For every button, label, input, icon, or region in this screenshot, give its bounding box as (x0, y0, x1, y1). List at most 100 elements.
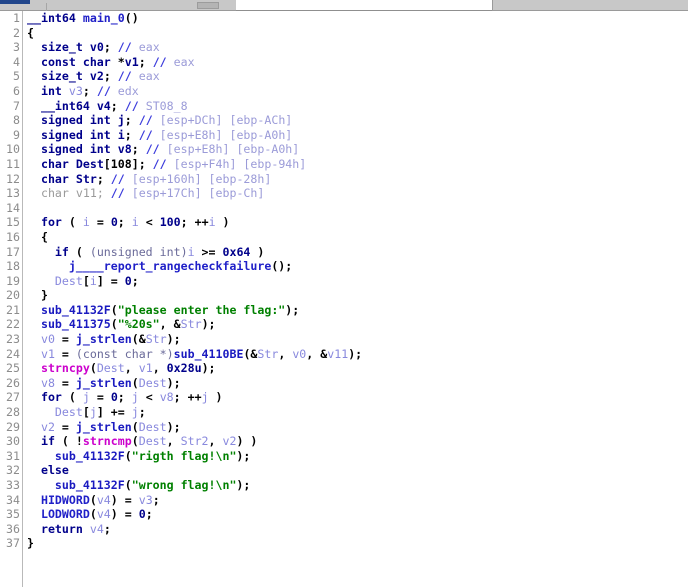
code-line-text[interactable]: v1 = (const char *)sub_4110BE(&Str, v0, … (22, 347, 362, 362)
code-line-text[interactable]: char v11; // [esp+17Ch] [ebp-Ch] (22, 186, 264, 201)
code-line-text[interactable]: { (22, 230, 48, 245)
code-line-text[interactable]: v0 = j_strlen(&Str); (22, 332, 181, 347)
code-line[interactable]: 36 return v4; (0, 522, 688, 537)
code-token: char (40, 186, 69, 201)
code-line-text[interactable]: sub_41132F("please enter the flag:"); (22, 303, 299, 318)
code-line-text[interactable]: for ( i = 0; i < 100; ++i ) (22, 215, 230, 230)
code-line-text[interactable]: if ( !strncmp(Dest, Str2, v2) ) (22, 434, 257, 449)
code-token: () (124, 11, 139, 25)
code-line-text[interactable]: signed int v8; // [esp+E8h] [ebp-A0h] (22, 142, 299, 157)
code-token: * (110, 54, 125, 69)
code-line-text[interactable]: __int64 main_0() (22, 11, 139, 26)
code-token: ); (166, 332, 181, 347)
line-number: 34 (6, 492, 20, 507)
code-line[interactable]: 2{ (0, 26, 688, 41)
code-line-text[interactable]: __int64 v4; // ST08_8 (22, 99, 188, 114)
code-line[interactable]: 31 sub_41132F("rigth flag!\n"); (0, 449, 688, 464)
code-line[interactable]: 32 else (0, 463, 688, 478)
code-line[interactable]: 15 for ( i = 0; i < 100; ++i ) (0, 215, 688, 230)
active-tab-accent (0, 0, 30, 4)
code-token: ); (166, 419, 181, 434)
code-line[interactable]: 11 char Dest[108]; // [esp+F4h] [ebp-94h… (0, 157, 688, 172)
code-line[interactable]: 35 LODWORD(v4) = 0; (0, 507, 688, 522)
code-token: j_strlen (75, 375, 132, 390)
code-line-text[interactable]: j____report_rangecheckfailure(); (22, 259, 292, 274)
code-line[interactable]: 33 sub_41132F("wrong flag!\n"); (0, 478, 688, 493)
toolbar-center-gap (236, 0, 492, 11)
code-line[interactable]: 6 int v3; // edx (0, 84, 688, 99)
code-line-text[interactable]: signed int j; // [esp+DCh] [ebp-ACh] (22, 113, 292, 128)
code-line[interactable]: 21 sub_41132F("please enter the flag:"); (0, 303, 688, 318)
code-line-text[interactable]: Dest[i] = 0; (22, 274, 139, 289)
code-line-text[interactable]: } (22, 536, 34, 551)
code-token: ( (61, 215, 83, 230)
code-line-text[interactable]: { (22, 26, 34, 41)
code-line-list[interactable]: 1 __int64 main_0() 2{3 size_t v0; // eax 4 … (0, 11, 688, 551)
code-line-text[interactable]: sub_41132F("rigth flag!\n"); (22, 449, 250, 464)
code-line[interactable]: 10 signed int v8; // [esp+E8h] [ebp-A0h] (0, 142, 688, 157)
code-line-text[interactable]: int v3; // edx (22, 84, 139, 99)
code-token: j (117, 113, 125, 128)
code-line-text[interactable]: HIDWORD(v4) = v3; (22, 493, 160, 508)
code-token: else (40, 463, 69, 478)
window-minimize-button[interactable] (197, 2, 219, 9)
code-line[interactable]: 12 char Str; // [esp+160h] [ebp-28h] (0, 172, 688, 187)
code-line[interactable]: 14 (0, 201, 688, 216)
code-line[interactable]: 22 sub_411375("%20s", &Str); (0, 317, 688, 332)
code-line[interactable]: 8 signed int j; // [esp+DCh] [ebp-ACh] (0, 113, 688, 128)
code-line[interactable]: 5 size_t v2; // eax (0, 69, 688, 84)
code-line-text[interactable]: strncpy(Dest, v1, 0x28u); (22, 361, 216, 376)
code-line[interactable]: 4 const char *v1; // eax (0, 55, 688, 70)
code-token: , (124, 361, 139, 376)
code-line-text[interactable]: sub_41132F("wrong flag!\n"); (22, 478, 250, 493)
code-line-text[interactable]: signed int i; // [esp+E8h] [ebp-A0h] (22, 128, 292, 143)
code-line[interactable]: 25 strncpy(Dest, v1, 0x28u); (0, 361, 688, 376)
code-line-text[interactable]: } (22, 288, 48, 303)
code-line-text[interactable]: Dest[j] += j; (22, 405, 146, 420)
code-line[interactable]: 3 size_t v0; // eax (0, 40, 688, 55)
code-line-text[interactable]: const char *v1; // eax (22, 55, 195, 70)
window-chrome-strip (0, 0, 688, 11)
code-line[interactable]: 19 Dest[i] = 0; (0, 274, 688, 289)
code-line-text[interactable]: v2 = j_strlen(Dest); (22, 420, 181, 435)
code-line-text[interactable]: else (22, 463, 69, 478)
code-line[interactable]: 27 for ( j = 0; j < v8; ++j ) (0, 390, 688, 405)
code-line-text[interactable]: size_t v2; // eax (22, 69, 160, 84)
code-token: for (40, 390, 62, 405)
code-token: ; (96, 186, 111, 201)
code-line-text[interactable]: return v4; (22, 522, 111, 537)
code-line[interactable]: 20 } (0, 288, 688, 303)
code-line-text[interactable]: size_t v0; // eax (22, 40, 160, 55)
code-line-text[interactable]: char Dest[108]; // [esp+F4h] [ebp-94h] (22, 157, 306, 172)
code-token: ) = (110, 507, 139, 522)
code-line[interactable]: 30 if ( !strncmp(Dest, Str2, v2) ) (0, 434, 688, 449)
code-line[interactable]: 13 char v11; // [esp+17Ch] [ebp-Ch] (0, 186, 688, 201)
code-line[interactable]: 9 signed int i; // [esp+E8h] [ebp-A0h] (0, 128, 688, 143)
code-line-text[interactable]: char Str; // [esp+160h] [ebp-28h] (22, 172, 271, 187)
code-line-text[interactable]: LODWORD(v4) = 0; (22, 507, 153, 522)
code-line-text[interactable]: v8 = j_strlen(Dest); (22, 376, 181, 391)
code-line[interactable]: 1 __int64 main_0() (0, 11, 688, 26)
code-token: [esp+F4h] [ebp-94h] (166, 156, 307, 171)
code-line-text[interactable]: for ( j = 0; j < v8; ++j ) (22, 390, 223, 405)
code-token: = (54, 419, 76, 434)
code-line[interactable]: 7 __int64 v4; // ST08_8 (0, 99, 688, 114)
pseudocode-editor[interactable]: 1 __int64 main_0() 2{3 size_t v0; // eax 4 … (0, 11, 688, 587)
code-token: __int64 (27, 11, 76, 25)
code-line-text[interactable]: sub_411375("%20s", &Str); (22, 317, 216, 332)
code-line[interactable]: 16 { (0, 230, 688, 245)
code-line[interactable]: 29 v2 = j_strlen(Dest); (0, 420, 688, 435)
code-line[interactable]: 26 v8 = j_strlen(Dest); (0, 376, 688, 391)
code-line[interactable]: 37} (0, 536, 688, 551)
code-line[interactable]: 24 v1 = (const char *)sub_4110BE(&Str, v… (0, 347, 688, 362)
code-line[interactable]: 18 j____report_rangecheckfailure(); (0, 259, 688, 274)
code-line[interactable]: 23 v0 = j_strlen(&Str); (0, 332, 688, 347)
code-line[interactable]: 17 if ( (unsigned int)i >= 0x64 ) (0, 245, 688, 260)
code-line[interactable]: 28 Dest[j] += j; (0, 405, 688, 420)
code-token: ; (110, 98, 125, 113)
code-line[interactable]: 34 HIDWORD(v4) = v3; (0, 493, 688, 508)
code-line-text[interactable]: if ( (unsigned int)i >= 0x64 ) (22, 245, 264, 260)
